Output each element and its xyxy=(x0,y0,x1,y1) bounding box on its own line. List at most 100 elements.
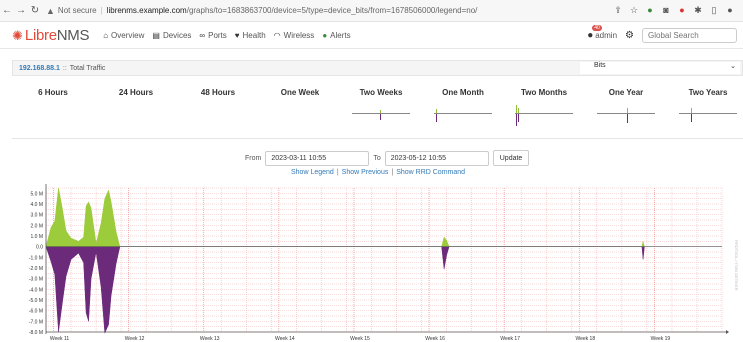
y-tick-label: -7.0 M xyxy=(29,319,43,325)
period-thumbnail[interactable] xyxy=(434,101,492,125)
forward-icon[interactable]: → xyxy=(14,5,28,16)
period-two-months[interactable]: Two Months xyxy=(504,88,584,97)
thumbnail-baseline xyxy=(515,113,573,114)
period-one-week[interactable]: One Week xyxy=(260,88,340,97)
url-host: librenms.example.com xyxy=(106,6,187,15)
x-tick-label: Week 11 xyxy=(50,336,69,342)
nav-ports-label: Ports xyxy=(208,31,227,40)
user-name: admin xyxy=(595,31,618,40)
period-one-month[interactable]: One Month xyxy=(423,88,503,97)
y-tick-label: -5.0 M xyxy=(29,298,43,304)
y-tick-label: 2.0 M xyxy=(30,223,43,229)
y-tick-label: -1.0 M xyxy=(29,255,43,261)
thumbnail-in-spike xyxy=(691,108,692,113)
period-thumbnail[interactable] xyxy=(352,101,410,125)
browser-toolbar: ← → ↻ ▲ Not secure | librenms.example.co… xyxy=(0,0,743,22)
server-icon: ▤ xyxy=(152,31,160,40)
thumbnail-in-spike xyxy=(518,108,519,113)
period-selector: 6 Hours 24 Hours 48 Hours One Week Two Weeks… xyxy=(12,88,743,132)
nav-devices-label: Devices xyxy=(162,31,192,40)
nav-alerts-label: Alerts xyxy=(330,31,351,40)
top-navbar: ✺ LibreNMS ⌂ Overview ▤ Devices ∞ Ports ♥ He… xyxy=(0,23,743,49)
x-axis-arrow xyxy=(726,330,729,334)
period-6-hours[interactable]: 6 Hours xyxy=(13,88,93,97)
extension-icon[interactable]: ● xyxy=(645,5,655,16)
user-menu[interactable]: ● 40 admin xyxy=(587,25,618,41)
camera-icon[interactable]: ◙ xyxy=(661,5,671,16)
y-tick-label: 5.0 M xyxy=(30,191,43,197)
logo-text-libre: Libre xyxy=(24,27,57,44)
show-previous-link[interactable]: Show Previous xyxy=(342,169,389,176)
graph-type-select[interactable]: Bits ⌄ xyxy=(580,62,740,74)
period-thumbnail[interactable] xyxy=(679,101,737,125)
nav-wireless[interactable]: ◠ Wireless xyxy=(274,31,315,40)
url-path: /graphs/to=1683863700/device=5/type=devi… xyxy=(186,6,478,15)
puzzle-icon[interactable]: ✱ xyxy=(693,5,703,16)
y-tick-label: 4.0 M xyxy=(30,202,43,208)
thumbnail-baseline xyxy=(352,113,410,114)
period-thumbnail[interactable] xyxy=(597,101,655,125)
nav-overview[interactable]: ⌂ Overview xyxy=(103,31,144,40)
graph-links: Show Legend | Show Previous | Show RRD C… xyxy=(291,169,466,176)
y-tick-label: -3.0 M xyxy=(29,277,43,283)
librenms-logo[interactable]: ✺ LibreNMS xyxy=(12,27,90,44)
period-two-years[interactable]: Two Years xyxy=(668,88,743,97)
thumbnail-out-spike xyxy=(436,114,437,122)
link-icon: ∞ xyxy=(199,31,206,40)
y-tick-label: -8.0 M xyxy=(29,330,43,336)
heart-icon: ♥ xyxy=(234,31,240,40)
x-tick-label: Week 18 xyxy=(575,336,595,342)
thumbnail-in-spike xyxy=(380,110,381,113)
nav-alerts[interactable]: ● Alerts xyxy=(322,31,350,40)
period-thumbnail[interactable] xyxy=(515,101,573,126)
nav-overview-label: Overview xyxy=(111,31,145,40)
extension-icons: ⇪ ☆ ● ◙ ● ✱ ▯ ● xyxy=(613,5,743,16)
nav-devices[interactable]: ▤ Devices xyxy=(152,31,191,40)
reload-icon[interactable]: ↻ xyxy=(28,5,42,16)
logo-icon: ✺ xyxy=(12,27,23,43)
global-search-input[interactable] xyxy=(642,28,737,43)
x-tick-label: Week 19 xyxy=(651,336,671,342)
from-date-input[interactable] xyxy=(265,150,370,166)
thumbnail-baseline xyxy=(434,113,492,114)
thumbnail-out-spike xyxy=(380,114,381,120)
show-rrd-command-link[interactable]: Show RRD Command xyxy=(396,169,465,176)
period-24-hours[interactable]: 24 Hours xyxy=(96,88,176,97)
period-48-hours[interactable]: 48 Hours xyxy=(178,88,258,97)
back-icon[interactable]: ← xyxy=(0,5,14,16)
update-button[interactable]: Update xyxy=(492,150,530,166)
share-icon[interactable]: ⇪ xyxy=(613,5,623,16)
period-two-weeks[interactable]: Two Weeks xyxy=(341,88,421,97)
profile-icon[interactable]: ● xyxy=(725,5,735,16)
home-icon: ⌂ xyxy=(103,31,109,40)
gear-icon[interactable]: ⚙ xyxy=(625,30,634,41)
nav-health-label: Health xyxy=(242,31,266,40)
show-legend-link[interactable]: Show Legend xyxy=(291,169,334,176)
x-tick-label: Week 14 xyxy=(275,336,295,342)
x-tick-label: Week 16 xyxy=(425,336,445,342)
adblock-icon[interactable]: ● xyxy=(677,5,687,16)
thumbnail-out-spike xyxy=(518,114,519,122)
address-bar[interactable]: ▲ Not secure | librenms.example.com /gra… xyxy=(46,6,606,16)
to-date-input[interactable] xyxy=(384,150,489,166)
period-one-year[interactable]: One Year xyxy=(586,88,666,97)
thumbnail-in-spike xyxy=(516,105,517,113)
rrdtool-watermark: RRDTOOL / TOBI OETIKER xyxy=(734,240,739,291)
notification-badge: 40 xyxy=(592,25,602,31)
thumbnail-out-spike xyxy=(691,114,692,122)
from-label: From xyxy=(245,154,262,162)
thumbnail-in-spike xyxy=(627,108,628,113)
nav-ports[interactable]: ∞ Ports xyxy=(199,31,226,40)
security-label: Not secure xyxy=(57,6,97,15)
to-label: To xyxy=(373,154,381,162)
thumbnail-out-spike xyxy=(516,114,517,126)
graph-panel-header: 192.168.88.1 :: Total Traffic Bits ⌄ xyxy=(12,60,743,76)
x-tick-label: Week 15 xyxy=(350,336,370,342)
y-tick-label: 3.0 M xyxy=(30,213,43,219)
series-in-area xyxy=(45,187,645,247)
x-tick-label: Week 13 xyxy=(200,336,220,342)
nav-health[interactable]: ♥ Health xyxy=(235,31,266,40)
star-icon[interactable]: ☆ xyxy=(629,5,639,16)
sidebar-icon[interactable]: ▯ xyxy=(709,5,719,16)
device-ip-link[interactable]: 192.168.88.1 xyxy=(19,65,60,72)
